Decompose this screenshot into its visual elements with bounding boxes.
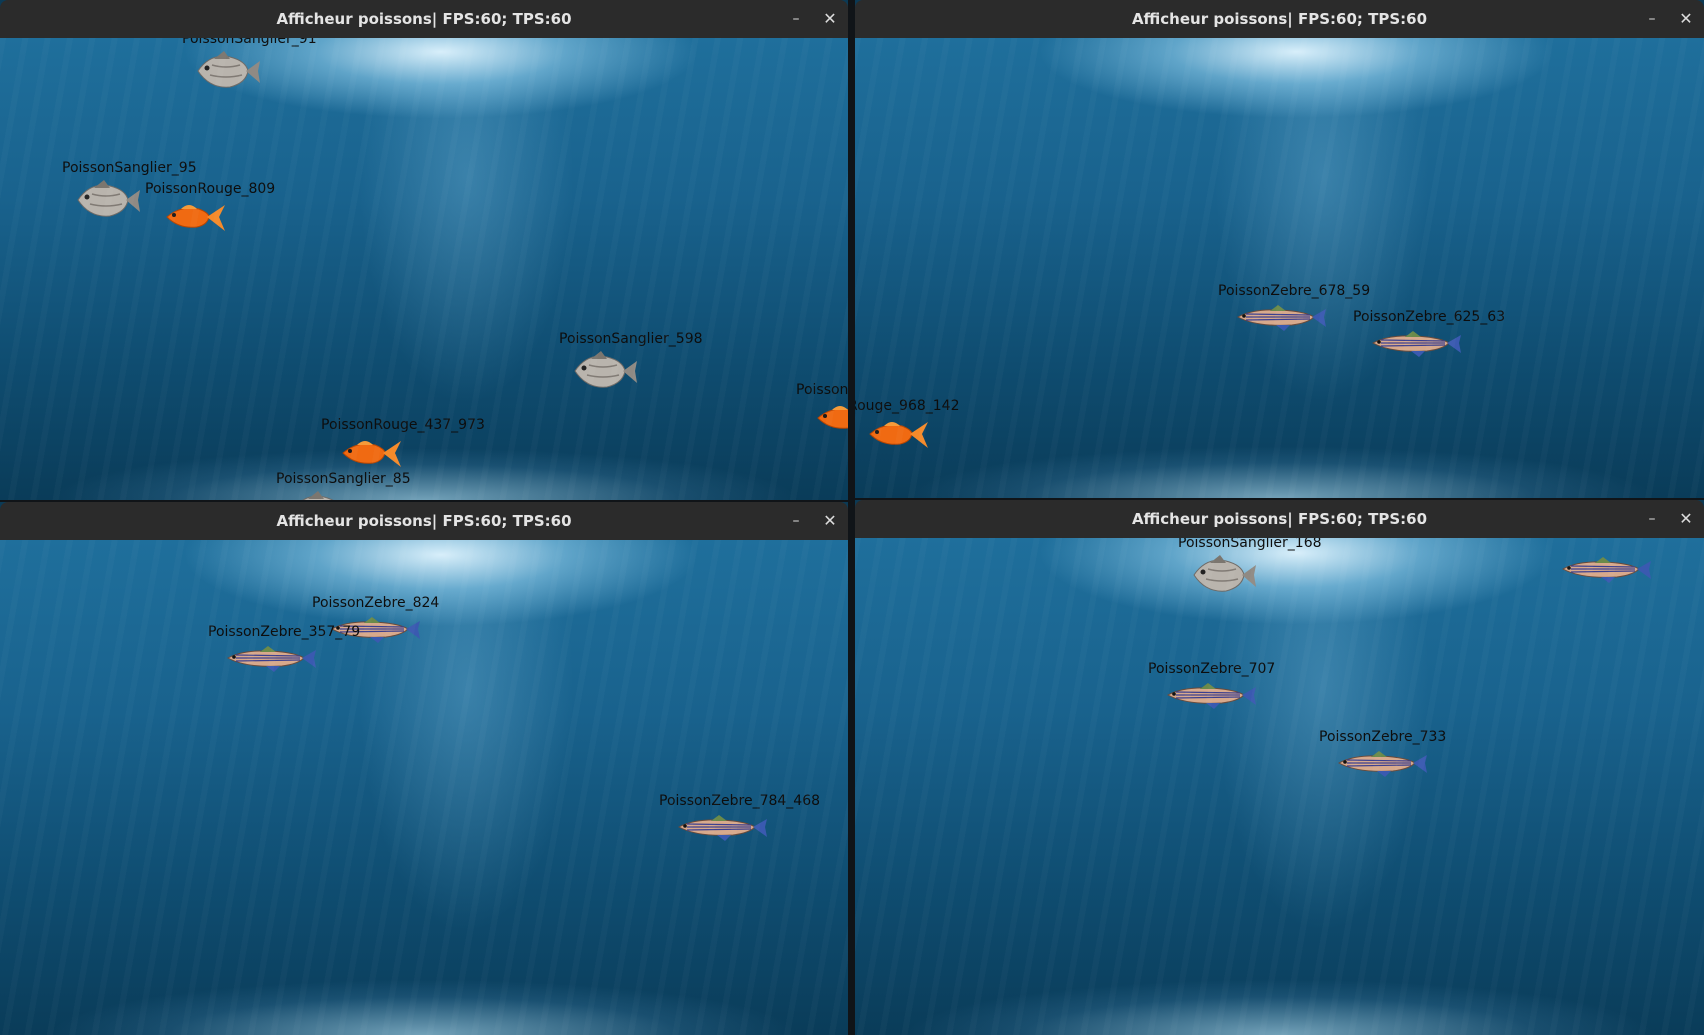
zebre-fish-sprite-icon — [1236, 305, 1326, 331]
aquarium-window-1: Afficheur poissons| FPS:60; TPS:60 – ✕ P… — [0, 0, 848, 500]
fish-label: PoissonSanglier_168 — [1178, 538, 1322, 551]
zebre-fish-sprite-icon — [1561, 557, 1651, 583]
aquarium-window-3: Afficheur poissons| FPS:60; TPS:60 – ✕ P… — [0, 502, 848, 1035]
window-title: Afficheur poissons| FPS:60; TPS:60 — [276, 10, 572, 28]
close-button[interactable]: ✕ — [820, 511, 840, 531]
fish-label: PoissonZebre_678_59 — [1218, 283, 1371, 299]
zebre-fish-sprite-icon — [226, 646, 316, 672]
aquarium-scene: PoissonZebre_824 PoissonZebre_357_79 Poi… — [0, 540, 848, 1035]
rouge-fish-sprite-icon — [166, 205, 225, 231]
fish-label: PoissonZebre_824 — [312, 595, 440, 611]
window-title: Afficheur poissons| FPS:60; TPS:60 — [1131, 10, 1428, 28]
window-titlebar[interactable]: Afficheur poissons| FPS:60; TPS:60 – ✕ — [855, 500, 1704, 539]
zebre-fish-sprite-icon — [1371, 331, 1461, 357]
zebre-fish-sprite-icon — [1166, 683, 1256, 709]
fish-label: PoissonSanglier_91 — [182, 38, 317, 47]
rouge-fish-sprite-icon — [869, 422, 928, 448]
minimize-button[interactable]: – — [786, 9, 806, 29]
aquarium-window-4: Afficheur poissons| FPS:60; TPS:60 – ✕ P… — [855, 500, 1704, 1035]
minimize-button[interactable]: – — [1642, 9, 1662, 29]
fish-label: PoissonZebre_707 — [1148, 661, 1276, 677]
sanglier-fish-sprite-icon — [197, 51, 260, 88]
sanglier-fish-sprite-icon — [302, 491, 334, 500]
aquarium-scene: PoissonSanglier_91 PoissonSanglier_95 Po… — [0, 38, 848, 500]
close-button[interactable]: ✕ — [1676, 509, 1696, 529]
fish-label: PoissonRouge_437_973 — [321, 417, 485, 433]
sanglier-fish-sprite-icon — [574, 351, 637, 388]
fish-label: PoissonZebre_625_63 — [1353, 309, 1506, 325]
fish-label: PoissonZebre_733 — [1319, 729, 1447, 745]
minimize-button[interactable]: – — [1642, 509, 1662, 529]
fish-label: PoissonZebre_784_468 — [659, 793, 821, 809]
zebre-fish-sprite-icon — [677, 815, 767, 841]
fish-label: PoissonSanglier_85 — [276, 471, 411, 487]
window-titlebar[interactable]: Afficheur poissons| FPS:60; TPS:60 – ✕ — [0, 0, 848, 39]
fish-label: PoissonSanglier_95 — [62, 160, 197, 176]
sanglier-fish-sprite-icon — [1193, 555, 1256, 592]
sanglier-fish-sprite-icon — [77, 180, 140, 217]
aquarium-scene: PoissonZebre_678_59 PoissonZebre_625_63 … — [855, 38, 1704, 498]
fish-label: PoissonRouge_809 — [145, 181, 276, 197]
close-button[interactable]: ✕ — [1676, 9, 1696, 29]
window-titlebar[interactable]: Afficheur poissons| FPS:60; TPS:60 – ✕ — [0, 502, 848, 541]
zebre-fish-sprite-icon — [1337, 751, 1427, 777]
fish-label: Rouge_968_142 — [855, 398, 960, 414]
rouge-fish-sprite-icon — [817, 406, 848, 429]
window-title: Afficheur poissons| FPS:60; TPS:60 — [276, 512, 572, 530]
window-titlebar[interactable]: Afficheur poissons| FPS:60; TPS:60 – ✕ — [855, 0, 1704, 39]
fish-label: Poisson — [796, 382, 848, 398]
rouge-fish-sprite-icon — [342, 441, 401, 467]
aquarium-scene: PoissonSanglier_168 PoissonZebre_707 Poi… — [855, 538, 1704, 1035]
window-title: Afficheur poissons| FPS:60; TPS:60 — [1131, 510, 1428, 528]
fish-label: PoissonSanglier_598 — [559, 331, 703, 347]
close-button[interactable]: ✕ — [820, 9, 840, 29]
aquarium-window-2: Afficheur poissons| FPS:60; TPS:60 – ✕ P… — [855, 0, 1704, 498]
fish-label: PoissonZebre_357_79 — [208, 624, 361, 640]
minimize-button[interactable]: – — [786, 511, 806, 531]
